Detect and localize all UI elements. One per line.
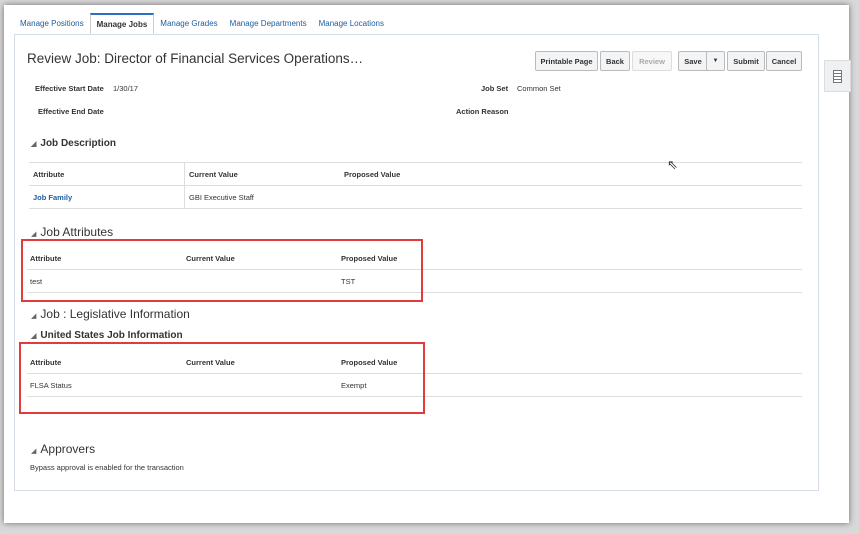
legislative-header[interactable]: ◢ Job : Legislative Information [31, 307, 190, 321]
save-menu-button[interactable]: ▼ [706, 51, 725, 71]
highlight-box [21, 239, 423, 302]
highlight-box [19, 342, 425, 414]
collapse-icon: ◢ [31, 141, 37, 148]
cell: GBI Executive Staff [189, 193, 254, 202]
collapse-icon: ◢ [31, 231, 37, 238]
tab-manage-jobs[interactable]: Manage Jobs [89, 13, 155, 34]
table-header: Attribute Current Value Proposed Value [29, 163, 802, 208]
tab-bar: Manage Positions Manage Jobs Manage Grad… [14, 13, 390, 34]
page-title: Review Job: Director of Financial Servic… [27, 51, 364, 66]
col-proposed: Proposed Value [344, 170, 401, 179]
collapse-icon: ◢ [31, 333, 37, 340]
section-title: Approvers [40, 442, 96, 456]
document-icon [833, 69, 842, 83]
back-button[interactable]: Back [600, 51, 630, 71]
job-description-header[interactable]: ◢ Job Description [31, 138, 116, 149]
col-attribute: Attribute [33, 170, 65, 179]
section-title: Job Description [40, 138, 116, 149]
mouse-cursor-icon: ⇖ [667, 157, 678, 172]
section-title: United States Job Information [40, 330, 183, 341]
printable-page-button[interactable]: Printable Page [535, 51, 598, 71]
tab-manage-positions[interactable]: Manage Positions [14, 14, 90, 34]
tab-manage-departments[interactable]: Manage Departments [224, 14, 313, 34]
job-attributes-header[interactable]: ◢ Job Attributes [31, 225, 113, 239]
review-button[interactable]: Review [632, 51, 672, 71]
collapse-icon: ◢ [31, 313, 37, 320]
start-date-value: 1/30/17 [113, 84, 139, 93]
start-date-label: Effective Start Date [35, 84, 104, 93]
side-panel-toggle[interactable] [824, 60, 851, 92]
table-row: Job Family GBI Executive Staff [29, 186, 802, 209]
collapse-icon: ◢ [31, 448, 37, 455]
submit-button[interactable]: Submit [727, 51, 765, 71]
save-button[interactable]: Save [678, 51, 708, 71]
approvers-header[interactable]: ◢ Approvers [31, 442, 95, 456]
job-description-table: Attribute Current Value Proposed Value Job… [29, 162, 802, 209]
end-date-label: Effective End Date [38, 107, 104, 116]
job-set-value: Common Set [517, 84, 561, 93]
us-job-info-header[interactable]: ◢ United States Job Information [31, 330, 183, 341]
section-title: Job : Legislative Information [40, 307, 190, 321]
col-current: Current Value [189, 170, 238, 179]
cancel-button[interactable]: Cancel [766, 51, 802, 71]
cell: Job Family [33, 193, 73, 202]
section-title: Job Attributes [40, 225, 114, 239]
job-set-label: Job Set [481, 84, 509, 93]
approvers-text: Bypass approval is enabled for the trans… [30, 463, 184, 472]
tab-manage-grades[interactable]: Manage Grades [154, 14, 223, 34]
action-reason-label: Action Reason [456, 107, 509, 116]
tab-manage-locations[interactable]: Manage Locations [313, 14, 390, 34]
